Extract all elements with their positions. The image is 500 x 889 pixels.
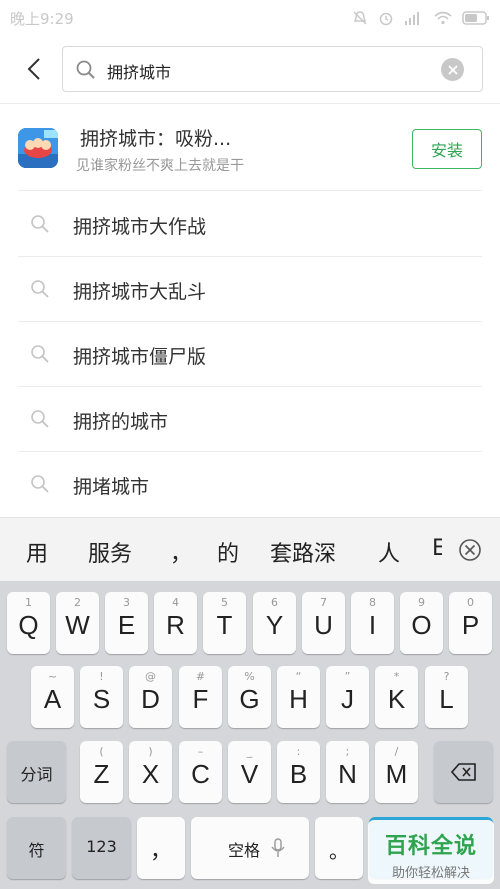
suggestion-text: 拥挤城市僵尸版	[73, 346, 207, 368]
wifi-icon	[434, 11, 452, 25]
suggestion-item[interactable]: 拥挤城市大乱斗	[18, 257, 482, 322]
number-button[interactable]: 123	[72, 817, 131, 879]
suggestion-list: 拥挤城市大作战 拥挤城市大乱斗 拥挤城市僵尸版 拥挤的城市 拥堵城市	[18, 192, 482, 517]
candidate-word[interactable]: 服务	[88, 536, 132, 568]
key-z[interactable]: (Z	[80, 741, 123, 803]
status-bar: 晚上9:29	[0, 0, 500, 36]
close-icon[interactable]	[458, 538, 482, 562]
key-r[interactable]: 4R	[154, 592, 197, 654]
key-x[interactable]: ) X	[129, 741, 172, 803]
app-icon	[18, 128, 58, 168]
candidate-word[interactable]: 人	[378, 536, 400, 568]
search-query[interactable]: 拥挤城市	[107, 59, 171, 83]
search-input[interactable]: 拥挤城市	[62, 46, 483, 92]
backspace-icon	[451, 763, 476, 781]
key-w[interactable]: 2W	[56, 592, 99, 654]
status-time: 晚上9:29	[10, 9, 74, 28]
backspace-button[interactable]	[434, 741, 493, 803]
watermark-title: 百科全说	[384, 834, 477, 859]
key-c[interactable]: – C	[179, 741, 222, 803]
suggestion-text: 拥挤城市大乱斗	[73, 281, 207, 303]
suggestion-item[interactable]: 拥挤城市大作战	[18, 192, 482, 257]
key-u[interactable]: 7U	[302, 592, 345, 654]
key-m[interactable]: / M	[375, 741, 418, 803]
suggestion-text: 拥挤的城市	[73, 411, 169, 433]
period-key[interactable]: 。	[315, 817, 363, 879]
suggestion-item[interactable]: 拥挤城市僵尸版	[18, 322, 482, 387]
alarm-icon	[379, 12, 393, 26]
key-v[interactable]: _ V	[228, 741, 271, 803]
app-result[interactable]: 拥挤城市：吸粉... 见谁家粉丝不爽上去就是干 安装	[18, 105, 482, 191]
symbol-button[interactable]: 符	[7, 817, 66, 879]
candidate-word[interactable]: ，	[170, 536, 192, 568]
key-p[interactable]: 0P	[449, 592, 492, 654]
key-g[interactable]: % G	[228, 666, 271, 728]
battery-icon	[462, 11, 489, 25]
search-icon	[31, 475, 49, 493]
key-d[interactable]: @ D	[129, 666, 172, 728]
key-j[interactable]: ” J	[326, 666, 369, 728]
suggestion-text: 拥堵城市	[73, 476, 150, 498]
candidate-word[interactable]: E	[432, 536, 442, 561]
clear-button[interactable]	[441, 58, 464, 81]
key-k[interactable]: * K	[375, 666, 418, 728]
signal-icon	[405, 12, 419, 25]
back-button[interactable]	[20, 54, 48, 84]
search-icon	[76, 60, 95, 79]
key-q[interactable]: 1Q	[7, 592, 50, 654]
search-icon	[31, 280, 49, 298]
key-i[interactable]: 8I	[351, 592, 394, 654]
key-l[interactable]: ? L	[425, 666, 468, 728]
chevron-left-icon	[27, 58, 40, 80]
close-icon	[447, 64, 458, 75]
key-f[interactable]: # F	[179, 666, 222, 728]
key-t[interactable]: 5T	[203, 592, 246, 654]
mute-icon	[353, 11, 367, 25]
key-n[interactable]: ; N	[326, 741, 369, 803]
install-button[interactable]: 安装	[412, 129, 482, 169]
candidate-word[interactable]: 用	[26, 536, 48, 568]
key-y[interactable]: 6Y	[253, 592, 296, 654]
watermark-subtitle: 助你轻松解决	[391, 866, 470, 881]
space-key[interactable]: 空格	[191, 817, 309, 879]
fenci-button[interactable]: 分词	[7, 741, 66, 803]
app-name: 拥挤城市：吸粉...	[80, 128, 232, 150]
microphone-icon	[271, 838, 285, 857]
key-h[interactable]: “H	[277, 666, 320, 728]
app-description: 见谁家粉丝不爽上去就是干	[76, 158, 244, 174]
suggestion-item[interactable]: 拥堵城市	[18, 452, 482, 517]
key-s[interactable]: ! S	[80, 666, 123, 728]
candidate-word[interactable]: 的	[217, 536, 239, 568]
key-a[interactable]: ~ A	[31, 666, 74, 728]
candidate-word[interactable]: 套路深	[270, 536, 336, 568]
key-e[interactable]: 3E	[105, 592, 148, 654]
suggestion-text: 拥挤城市大作战	[73, 216, 207, 238]
candidate-bar: 用 服务 ， 的 套路深 人 E	[0, 517, 500, 581]
search-icon	[31, 215, 49, 233]
key-b[interactable]: :B	[277, 741, 320, 803]
watermark-logo: 百科全说 助你轻松解决	[368, 820, 494, 884]
key-o[interactable]: 9O	[400, 592, 443, 654]
search-header: 拥挤城市	[0, 36, 500, 104]
search-icon	[31, 410, 49, 428]
status-icons	[352, 10, 490, 26]
comma-key[interactable]: ，	[137, 817, 185, 879]
search-icon	[31, 345, 49, 363]
suggestion-item[interactable]: 拥挤的城市	[18, 387, 482, 452]
